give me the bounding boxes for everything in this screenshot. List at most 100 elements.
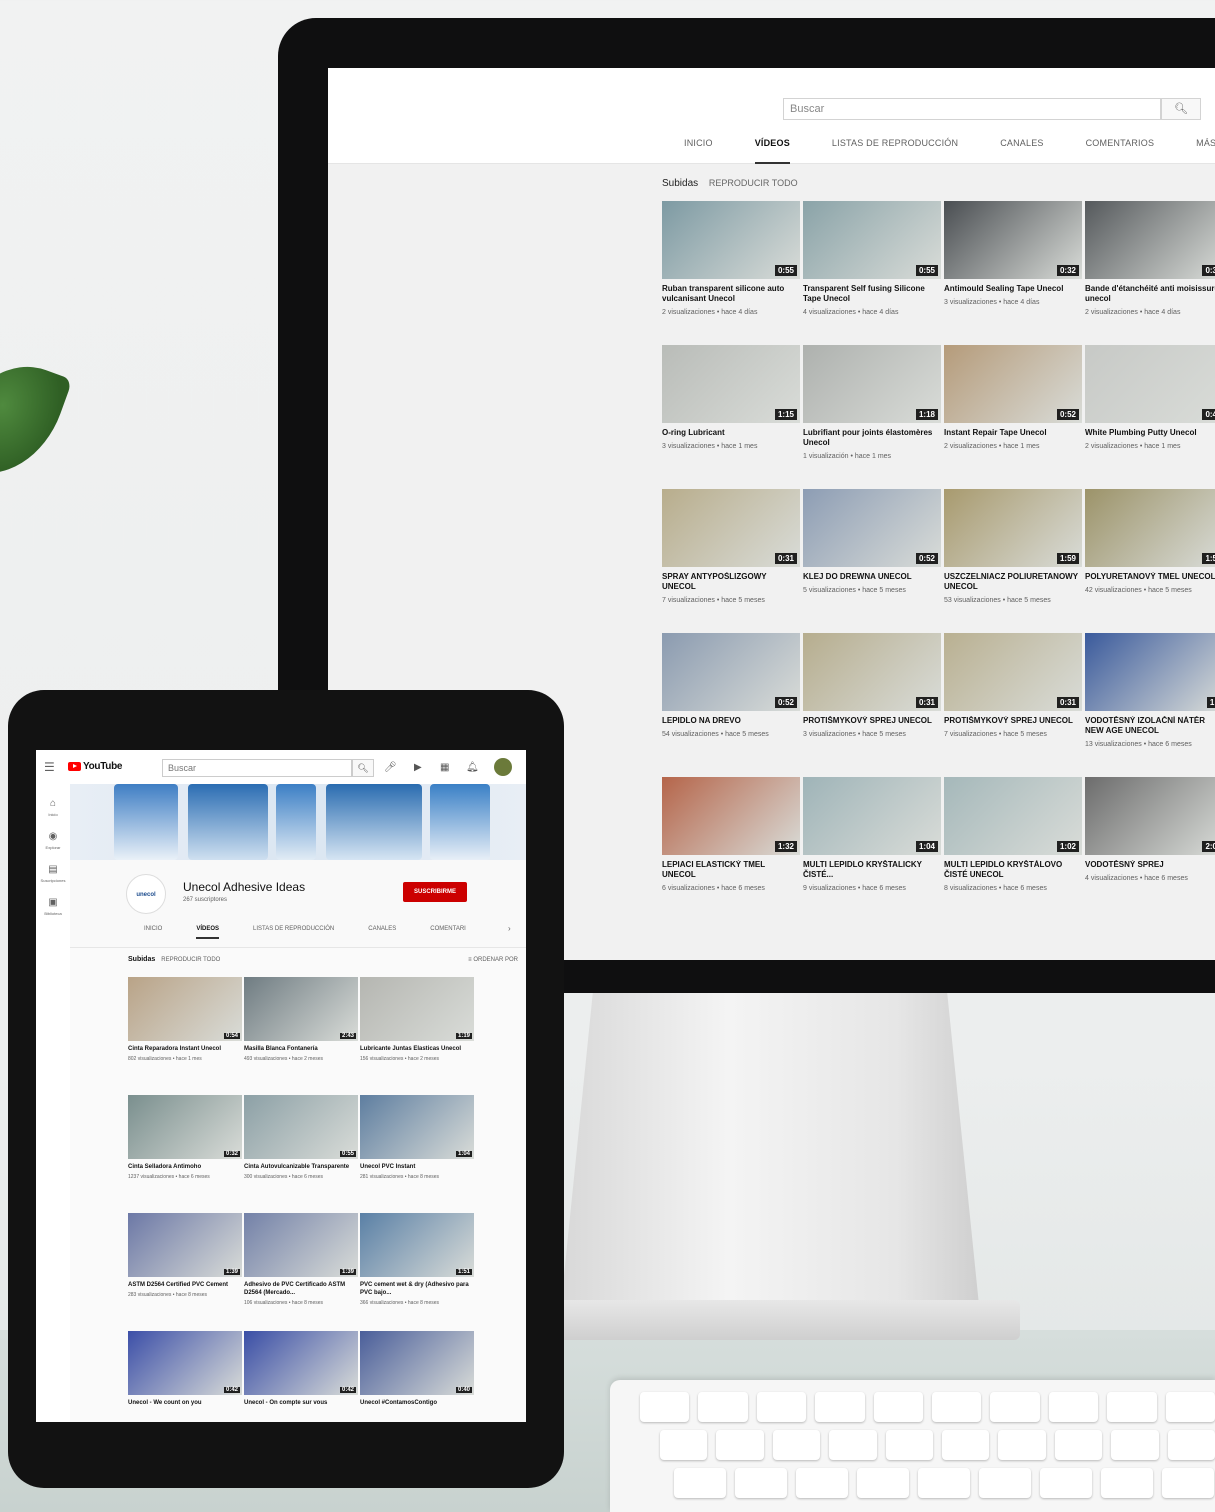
sidebar-item-library[interactable]: ▣ Biblioteca [36,897,70,916]
video-card[interactable]: 0:32 Antimould Sealing Tape Unecol 3 visua… [944,201,1082,333]
video-card[interactable]: 1:19 Lubricante Juntas Elasticas Unecol 15… [360,977,474,1085]
video-thumbnail[interactable]: 0:55 [244,1095,358,1159]
video-thumbnail[interactable]: 1:04 [803,777,941,855]
video-card[interactable]: 1:51 PVC cement wet & dry (Adhesivo para … [360,1213,474,1321]
tab-videos[interactable]: VÍDEOS [754,128,790,164]
video-title[interactable]: MULTI LEPIDLO KRYŠTALICKY ČISTÉ... [803,860,941,880]
video-title[interactable]: Cinta Reparadora Instant Unecol [128,1045,242,1053]
video-card[interactable]: 0:52 KLEJ DO DREWNA UNECOL 5 visualizacion… [803,489,941,621]
video-thumbnail[interactable]: 1: [1085,633,1215,711]
video-thumbnail[interactable]: 0:54 [128,977,242,1041]
video-thumbnail[interactable]: 0:52 [944,345,1082,423]
video-thumbnail[interactable]: 0:31 [662,489,800,567]
video-title[interactable]: Unecol PVC Instant [360,1163,474,1171]
video-thumbnail[interactable]: 0:42 [128,1331,242,1395]
video-card[interactable]: 1:39 ASTM D2564 Certified PVC Cement 283 v… [128,1213,242,1321]
channel-avatar[interactable]: unecol [126,874,166,914]
video-title[interactable]: Cinta Autovulcanizable Transparente [244,1163,358,1171]
tab-playlists[interactable]: LISTAS DE REPRODUCCIÓN [832,128,958,164]
video-title[interactable]: Unecol #ContamosContigo [360,1399,474,1407]
video-card[interactable]: 0:55 Ruban transparent silicone auto vulc… [662,201,800,333]
video-title[interactable]: KLEJ DO DREWNA UNECOL [803,572,941,582]
subscribe-button[interactable]: SUSCRIBIRME [403,882,467,902]
video-title[interactable]: PROTIŠMYKOVÝ SPREJ UNECOL [803,716,941,726]
video-thumbnail[interactable]: 1:39 [128,1213,242,1277]
video-card[interactable]: 1:18 Lubrifiant pour joints élastomères U… [803,345,941,477]
video-thumbnail[interactable]: 0:3 [1085,201,1215,279]
play-all-button[interactable]: REPRODUCIR TODO [709,178,798,188]
video-thumbnail[interactable]: 0:31 [803,633,941,711]
apps-icon[interactable]: ▦ [440,762,449,773]
video-title[interactable]: SPRAY ANTYPOŚLIZGOWY UNECOL [662,572,800,592]
sidebar-item-explore[interactable]: ◉ Explorar [36,831,70,850]
video-title[interactable]: Adhesivo de PVC Certificado ASTM D2564 (… [244,1281,358,1297]
notifications-icon[interactable]: 🔔︎ [466,762,479,773]
video-card[interactable]: 2:43 Masilla Blanca Fontanería 493 visuali… [244,977,358,1085]
video-title[interactable]: Ruban transparent silicone auto vulcanis… [662,284,800,304]
video-card[interactable]: 0:4 White Plumbing Putty Unecol 2 visualiz… [1085,345,1215,477]
create-video-icon[interactable]: ▶ [414,762,422,773]
video-title[interactable]: MULTI LEPIDLO KRYŠTÁLOVO ČISTÉ UNECOL [944,860,1082,880]
video-thumbnail[interactable]: 2:43 [244,977,358,1041]
video-title[interactable]: Bande d'étanchéité anti moisissure uneco… [1085,284,1215,304]
video-thumbnail[interactable]: 0:40 [360,1331,474,1395]
video-card[interactable]: 0:42 Unecol - On compte sur vous [244,1331,358,1422]
menu-icon[interactable]: ☰ [44,760,55,774]
video-thumbnail[interactable]: 0:52 [803,489,941,567]
video-card[interactable]: 0:42 Unecol - We count on you [128,1331,242,1422]
video-title[interactable]: USZCZELNIACZ POLIURETANOWY UNECOL [944,572,1082,592]
video-title[interactable]: Antimould Sealing Tape Unecol [944,284,1082,294]
video-thumbnail[interactable]: 1:04 [360,1095,474,1159]
video-card[interactable]: 0:3 Bande d'étanchéité anti moisissure un… [1085,201,1215,333]
tab-inicio[interactable]: INICIO [684,128,713,164]
video-card[interactable]: 0:40 Unecol #ContamosContigo [360,1331,474,1422]
sidebar-item-subscriptions[interactable]: ▤ Suscripciones [36,864,70,883]
play-all-button[interactable]: REPRODUCIR TODO [161,957,220,963]
video-title[interactable]: POLYURETANOVÝ TMEL UNECOL [1085,572,1215,582]
video-title[interactable]: O-ring Lubricant [662,428,800,438]
video-title[interactable]: Unecol - On compte sur vous [244,1399,358,1407]
sidebar-item-home[interactable]: ⌂ Inicio [36,798,70,817]
video-thumbnail[interactable]: 1:51 [360,1213,474,1277]
tablet-search-input[interactable]: Buscar [162,759,352,777]
video-thumbnail[interactable]: 1:32 [662,777,800,855]
tab-channels[interactable]: CANALES [368,926,396,939]
video-thumbnail[interactable]: 1:59 [944,489,1082,567]
video-thumbnail[interactable]: 0:42 [244,1331,358,1395]
sort-button[interactable]: ≡ ORDENAR POR [468,957,518,963]
video-card[interactable]: 0:31 PROTIŠMYKOVÝ SPREJ UNECOL 3 visualiza… [803,633,941,765]
video-title[interactable]: Masilla Blanca Fontanería [244,1045,358,1053]
video-thumbnail[interactable]: 1:39 [244,1213,358,1277]
video-card[interactable]: 0:54 Cinta Reparadora Instant Unecol 802 v… [128,977,242,1085]
youtube-logo[interactable]: YouTube [68,761,123,772]
video-card[interactable]: 0:52 Instant Repair Tape Unecol 2 visualiz… [944,345,1082,477]
video-thumbnail[interactable]: 1:02 [944,777,1082,855]
chevron-right-icon[interactable]: › [508,924,511,933]
video-thumbnail[interactable]: 0:31 [944,633,1082,711]
video-title[interactable]: ASTM D2564 Certified PVC Cement [128,1281,242,1289]
tab-comments[interactable]: COMENTARIOS [1086,128,1155,164]
video-card[interactable]: 1:5 POLYURETANOVÝ TMEL UNECOL 42 visualiza… [1085,489,1215,621]
video-thumbnail[interactable]: 0:55 [803,201,941,279]
video-thumbnail[interactable]: 2:0 [1085,777,1215,855]
video-title[interactable]: Instant Repair Tape Unecol [944,428,1082,438]
video-card[interactable]: 0:31 SPRAY ANTYPOŚLIZGOWY UNECOL 7 visuali… [662,489,800,621]
video-title[interactable]: LEPIDLO NA DREVO [662,716,800,726]
video-title[interactable]: Unecol - We count on you [128,1399,242,1407]
video-card[interactable]: 0:32 Cinta Selladora Antimoho 1237 visuali… [128,1095,242,1203]
tab-videos[interactable]: VÍDEOS [196,926,220,939]
video-card[interactable]: 0:52 LEPIDLO NA DREVO 54 visualizaciones •… [662,633,800,765]
video-card[interactable]: 1:32 LEPIACI ELASTICKÝ TMEL UNECOL 6 visua… [662,777,800,909]
video-card[interactable]: 1: VODOTĚSNÝ IZOLAČNÍ NÁTĚR NEW AGE UNECO… [1085,633,1215,765]
video-thumbnail[interactable]: 0:4 [1085,345,1215,423]
tab-channels[interactable]: CANALES [1000,128,1043,164]
search-icon[interactable]: 🔍︎ [1161,98,1201,120]
avatar[interactable] [494,758,512,776]
video-thumbnail[interactable]: 0:52 [662,633,800,711]
video-card[interactable]: 1:59 USZCZELNIACZ POLIURETANOWY UNECOL 53 … [944,489,1082,621]
video-thumbnail[interactable]: 1:18 [803,345,941,423]
video-card[interactable]: 1:04 MULTI LEPIDLO KRYŠTALICKY ČISTÉ... 9 … [803,777,941,909]
video-thumbnail[interactable]: 0:32 [944,201,1082,279]
video-card[interactable]: 0:31 PROTIŠMYKOVÝ SPREJ UNECOL 7 visualiza… [944,633,1082,765]
video-thumbnail[interactable]: 1:15 [662,345,800,423]
